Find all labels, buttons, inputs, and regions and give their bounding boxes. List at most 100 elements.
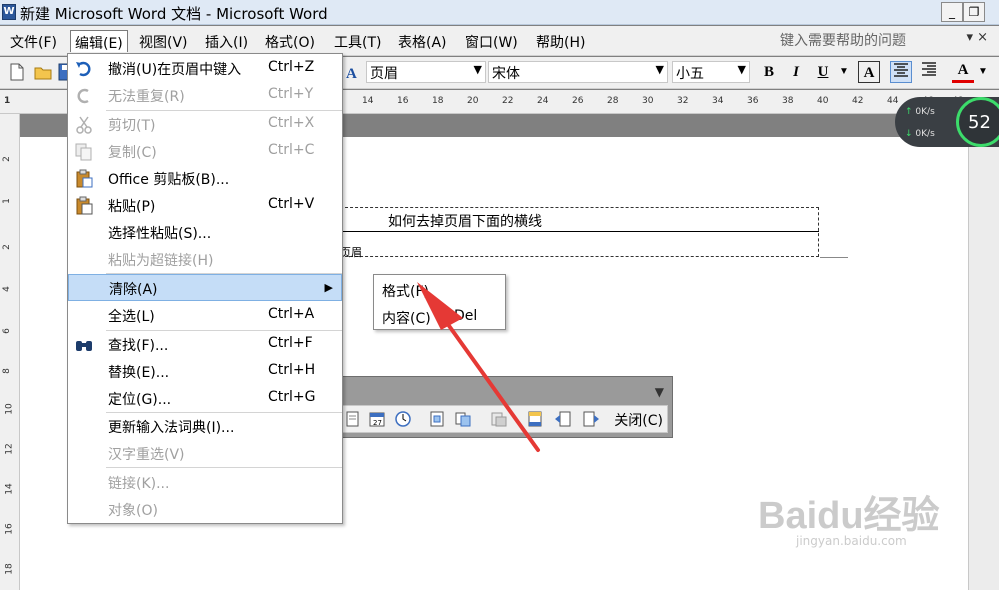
ruler-tick: 8 [1, 368, 12, 374]
size-combo[interactable]: 小五 ▼ [672, 61, 750, 83]
menu-item-paste-special[interactable]: 选择性粘贴(S)... [68, 219, 342, 246]
underline-dropdown-icon[interactable]: ▼ [838, 61, 850, 83]
menu-item-links[interactable]: 链接(K)... [68, 469, 342, 496]
menu-item-paste-as-hyperlink[interactable]: 粘贴为超链接(H) [68, 246, 342, 273]
menu-item-find[interactable]: 查找(F)... Ctrl+F [68, 331, 342, 358]
ruler-tick: 1 [1, 198, 12, 204]
align-right-icon [922, 62, 936, 76]
vertical-ruler[interactable]: 2 1 2 4 6 8 10 12 14 16 18 [0, 114, 20, 590]
ruler-tick: 14 [362, 96, 374, 106]
ruler-tick: 42 [852, 96, 864, 106]
new-document-icon[interactable] [8, 63, 26, 81]
ruler-tick: 2 [1, 156, 12, 162]
ruler-tick: 4 [1, 286, 12, 292]
ruler-tick: 12 [4, 443, 15, 455]
menu-item-label: 链接(K)... [108, 476, 170, 492]
insert-page-count-icon[interactable] [344, 410, 362, 428]
toolbar-options-icon[interactable]: ▼ [655, 385, 664, 399]
menu-item-label: 撤消(U)在页眉中键入 [108, 62, 242, 78]
style-combo[interactable]: 页眉 ▼ [366, 61, 486, 83]
font-color-button[interactable]: A [952, 61, 974, 83]
baidu-watermark: Baidu经验 jingyan.baidu.com [758, 478, 978, 568]
menu-item-update-ime-dictionary[interactable]: 更新输入法词典(I)... [68, 413, 342, 440]
menu-separator [106, 467, 342, 468]
cut-icon [76, 116, 92, 134]
font-value: 宋体 [492, 66, 520, 82]
menu-item-office-clipboard[interactable]: Office 剪贴板(B)... [68, 165, 342, 192]
tab-stop-selector[interactable]: 1 [4, 96, 10, 106]
window-title: 新建 Microsoft Word 文档 - Microsoft Word [20, 5, 328, 23]
menu-item-shortcut: Ctrl+V [268, 196, 315, 212]
menu-item-reconvert[interactable]: 汉字重选(V) [68, 440, 342, 467]
menu-item-redo[interactable]: 无法重复(R) Ctrl+Y [68, 82, 342, 109]
style-icon[interactable]: A [344, 63, 362, 81]
menu-file[interactable]: 文件(F) [6, 30, 61, 52]
align-right-button[interactable] [918, 61, 940, 83]
help-dropdown-icon[interactable]: ▾ × [966, 30, 988, 45]
ruler-tick: 16 [397, 96, 409, 106]
ruler-tick: 16 [4, 523, 15, 535]
ruler-tick: 6 [1, 328, 12, 334]
menu-item-shortcut: Ctrl+X [268, 115, 315, 131]
insert-date-icon[interactable]: 27 [368, 410, 386, 428]
menu-item-object[interactable]: 对象(O) [68, 496, 342, 523]
menu-item-label: 复制(C) [108, 145, 157, 161]
menu-item-clear[interactable]: 清除(A) ▶ [68, 274, 342, 301]
menu-help[interactable]: 帮助(H) [532, 30, 589, 52]
menu-edit[interactable]: 编辑(E) [70, 30, 128, 52]
undo-icon [76, 61, 91, 77]
download-speed-value: 0K/s [915, 129, 935, 139]
italic-button[interactable]: I [785, 61, 807, 83]
close-header-footer-button[interactable]: 关闭(C) [614, 410, 663, 430]
show-next-icon[interactable] [582, 410, 600, 428]
menu-item-goto[interactable]: 定位(G)... Ctrl+G [68, 385, 342, 412]
menu-table[interactable]: 表格(A) [394, 30, 451, 52]
help-search-box[interactable]: 键入需要帮助的问题 ▾ × [780, 30, 994, 52]
font-combo[interactable]: 宋体 ▼ [488, 61, 668, 83]
svg-text:A: A [346, 66, 357, 81]
menu-item-label: 更新输入法词典(I)... [108, 420, 235, 436]
menu-item-replace[interactable]: 替换(E)... Ctrl+H [68, 358, 342, 385]
size-value: 小五 [676, 66, 704, 82]
cpu-usage-value: 52 [968, 112, 991, 133]
menu-item-copy[interactable]: 复制(C) Ctrl+C [68, 138, 342, 165]
open-folder-icon[interactable] [34, 63, 52, 81]
menu-item-label: 汉字重选(V) [108, 447, 185, 463]
menu-item-shortcut: Ctrl+Z [268, 59, 315, 75]
menu-bar: 文件(F) 编辑(E) 视图(V) 插入(I) 格式(O) 工具(T) 表格(A… [0, 26, 999, 56]
show-previous-icon[interactable] [554, 410, 572, 428]
chevron-down-icon: ▼ [737, 63, 746, 76]
margin-guide [820, 257, 848, 258]
menu-window[interactable]: 窗口(W) [461, 30, 522, 52]
menu-item-undo[interactable]: 撤消(U)在页眉中键入 Ctrl+Z [68, 55, 342, 82]
character-border-button[interactable]: A [858, 61, 880, 83]
menu-item-cut[interactable]: 剪切(T) Ctrl+X [68, 111, 342, 138]
font-color-dropdown-icon[interactable]: ▼ [976, 61, 990, 83]
menu-insert[interactable]: 插入(I) [201, 30, 252, 52]
ruler-tick: 40 [817, 96, 829, 106]
header-bottom-border [330, 231, 819, 232]
menu-item-label: 替换(E)... [108, 365, 170, 381]
bold-button[interactable]: B [758, 61, 780, 83]
menu-item-shortcut: Ctrl+C [268, 142, 315, 158]
word-app-icon[interactable]: W [2, 4, 16, 20]
submenu-arrow-icon: ▶ [324, 281, 333, 294]
ruler-tick: 28 [607, 96, 619, 106]
menu-item-label: 选择性粘贴(S)... [108, 226, 212, 242]
underline-button[interactable]: U [812, 61, 834, 83]
menu-format[interactable]: 格式(O) [261, 30, 319, 52]
chevron-down-icon: ▼ [655, 63, 664, 76]
menu-view[interactable]: 视图(V) [135, 30, 192, 52]
restore-button[interactable]: ❐ [963, 2, 985, 22]
menu-tools[interactable]: 工具(T) [330, 30, 385, 52]
menu-item-paste[interactable]: 粘贴(P) Ctrl+V [68, 192, 342, 219]
align-center-button[interactable] [890, 61, 912, 83]
ruler-tick: 22 [502, 96, 514, 106]
header-text[interactable]: 如何去掉页眉下面的横线 [388, 211, 542, 231]
style-value: 页眉 [370, 66, 398, 82]
minimize-button[interactable]: _ [941, 2, 963, 22]
menu-item-label: 无法重复(R) [108, 89, 185, 105]
menu-item-select-all[interactable]: 全选(L) Ctrl+A [68, 302, 342, 329]
ruler-tick: 18 [432, 96, 444, 106]
ruler-tick: 36 [747, 96, 759, 106]
